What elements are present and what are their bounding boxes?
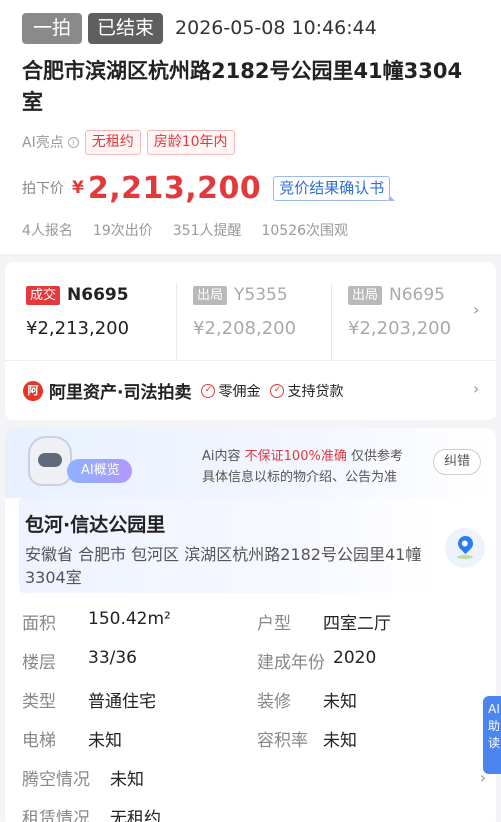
vacancy-row[interactable]: 腾空情况 未知 ›: [22, 758, 492, 797]
property-attributes: 面积 150.42m² 户型 四室二厅 楼层 33/36 建成年份 2020 类型 普通住…: [22, 602, 492, 822]
attribute-key: 电梯: [22, 731, 56, 751]
final-price: 2,213,200: [87, 170, 262, 206]
attribute-key: 户型: [257, 614, 291, 634]
platform-name: 阿里资产·司法拍卖: [49, 383, 192, 403]
price-row: 拍下价 ¥ 2,213,200 竞价结果确认书: [22, 168, 479, 208]
attribute-key: 建成年份: [257, 653, 325, 673]
disclaimer-line2: 具体信息以标的物介绍、公告为准: [202, 470, 398, 485]
attribute-row: 类型 普通住宅 装修 未知: [22, 680, 492, 719]
status-tag: 已结束: [88, 12, 164, 44]
disclaimer-suffix: 仅供参考: [350, 449, 403, 464]
ai-reader-button[interactable]: AI助读: [483, 696, 501, 774]
attribute-row: 楼层 33/36 建成年份 2020: [22, 641, 492, 680]
bidder-code: Y5355: [234, 285, 288, 305]
price-label: 拍下价: [22, 181, 64, 197]
bid-record: 出局 Y5355 ¥2,208,200: [177, 284, 332, 360]
bid-amount: ¥2,203,200: [348, 318, 452, 339]
check-circle-icon: ✓: [270, 383, 285, 398]
community-name: 包河·信达公园里: [25, 514, 166, 536]
bid-record: 出局 N6695 ¥2,203,200: [332, 284, 452, 360]
bid-record-list[interactable]: 成交 N6695 ¥2,213,200 出局 Y5355 ¥2,208,200 …: [5, 262, 496, 360]
bid-amount: ¥2,208,200: [193, 318, 297, 339]
attribute-row: 电梯 未知 容积率 未知: [22, 719, 492, 758]
map-location-icon[interactable]: [445, 528, 485, 568]
location-block[interactable]: 包河·信达公园里 安徽省 合肥市 包河区 滨湖区杭州路2182号公园里41幢33…: [19, 498, 439, 593]
attribute-key: 租赁情况: [22, 809, 90, 822]
ali-assets-logo-icon: 阿: [23, 380, 43, 401]
attribute-key: 楼层: [22, 653, 56, 673]
ai-highlight-label: AI亮点: [22, 135, 64, 151]
auction-header: 一拍 已结束 2026-05-08 10:46:44 合肥市滨湖区杭州路2182…: [0, 0, 501, 254]
attribute-value: 无租约: [110, 809, 161, 822]
pin-shadow: [457, 555, 473, 559]
stat-reminders: 351人提醒: [172, 223, 242, 239]
property-title: 合肥市滨湖区杭州路2182号公园里41幢3304室: [22, 59, 463, 114]
bid-records-card: 成交 N6695 ¥2,213,200 出局 Y5355 ¥2,208,200 …: [5, 262, 496, 420]
platform-feature: 支持贷款: [287, 383, 344, 400]
bid-status-tag: 出局: [348, 285, 383, 305]
info-icon[interactable]: i: [67, 136, 79, 148]
full-address: 安徽省 合肥市 包河区 滨湖区杭州路2182号公园里41幢3304室: [25, 545, 422, 587]
ai-overview-header: AI概览 Ai内容 不保证100%准确 仅供参考 具体信息以标的物介绍、公告为准…: [5, 428, 496, 498]
disclaimer-prefix: Ai内容: [202, 449, 241, 464]
bid-confirmation-link[interactable]: 竞价结果确认书: [273, 175, 396, 201]
ai-overview-badge: AI概览: [67, 459, 132, 483]
platform-feature: 零佣金: [218, 383, 261, 400]
attribute-key: 面积: [22, 614, 56, 634]
attribute-value: 未知: [323, 731, 357, 751]
attribute-value: 四室二厅: [323, 614, 391, 634]
bid-status-tag: 出局: [193, 285, 228, 305]
status-row: 一拍 已结束 2026-05-08 10:46:44: [22, 12, 479, 44]
ai-disclaimer: Ai内容 不保证100%准确 仅供参考 具体信息以标的物介绍、公告为准: [202, 446, 403, 488]
attribute-value: 普通住宅: [88, 692, 156, 712]
attribute-row: 面积 150.42m² 户型 四室二厅: [22, 602, 492, 641]
attribute-value: 未知: [110, 770, 144, 790]
attribute-value: 150.42m²: [88, 609, 171, 629]
bid-amount: ¥2,213,200: [26, 318, 130, 339]
bid-status-tag: 成交: [26, 285, 61, 305]
chevron-right-icon[interactable]: ›: [473, 300, 479, 319]
attribute-key: 类型: [22, 692, 56, 712]
stat-views: 10526次围观: [261, 223, 349, 239]
round-tag: 一拍: [22, 12, 83, 44]
map-pin-icon: [454, 532, 477, 555]
ai-highlights: AI亮点 i 无租约 房龄10年内: [22, 128, 479, 156]
bid-confirmation-label: 竞价结果确认书: [279, 178, 385, 197]
currency-symbol: ¥: [72, 178, 84, 198]
attribute-value: 未知: [323, 692, 357, 712]
highlight-tag: 无租约: [84, 129, 141, 155]
lease-row[interactable]: 租赁情况 无租约: [22, 797, 492, 822]
bidder-code: N6695: [67, 285, 129, 305]
check-circle-icon: ✓: [201, 383, 216, 398]
stat-bids: 19次出价: [92, 223, 153, 239]
attribute-value: 33/36: [88, 648, 137, 668]
report-error-button[interactable]: 纠错: [433, 449, 482, 475]
attribute-key: 容积率: [257, 731, 308, 751]
platform-row[interactable]: 阿 阿里资产·司法拍卖 ✓ 零佣金 ✓ 支持贷款: [5, 361, 496, 420]
bid-record: 成交 N6695 ¥2,213,200: [22, 284, 177, 360]
attribute-key: 装修: [257, 692, 291, 712]
bidder-code: N6695: [389, 285, 445, 305]
end-time: 2026-05-08 10:46:44: [175, 17, 377, 39]
chevron-right-icon[interactable]: ›: [473, 379, 479, 398]
ai-mascot-icon: [28, 436, 72, 486]
attribute-value: 未知: [88, 731, 122, 751]
disclaimer-warning: 不保证100%准确: [244, 449, 347, 464]
auction-stats: 4人报名 19次出价 351人提醒 10526次围观: [22, 220, 479, 240]
attribute-value: 2020: [333, 648, 377, 668]
corner-arrow-icon: [389, 194, 396, 201]
ai-overview-card: AI概览 Ai内容 不保证100%准确 仅供参考 具体信息以标的物介绍、公告为准…: [5, 428, 496, 822]
highlight-tag: 房龄10年内: [146, 129, 235, 155]
stat-signups: 4人报名: [22, 223, 73, 239]
attribute-key: 腾空情况: [22, 770, 90, 790]
